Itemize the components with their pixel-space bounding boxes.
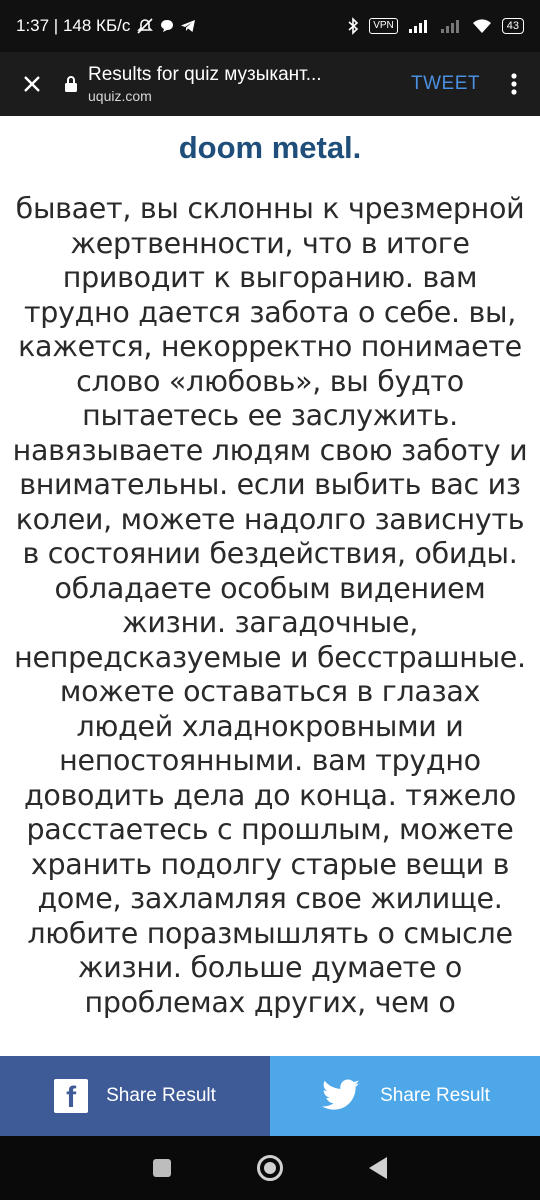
- wifi-icon: [472, 18, 492, 34]
- mute-icon: [136, 17, 154, 35]
- twitter-share-button[interactable]: Share Result: [270, 1056, 540, 1136]
- overflow-menu-button[interactable]: [496, 52, 532, 116]
- telegram-icon: [180, 18, 196, 34]
- share-bar: f Share Result Share Result: [0, 1056, 540, 1136]
- back-button[interactable]: [369, 1157, 387, 1179]
- page-title: Results for quiz музыкант...: [88, 64, 322, 85]
- tweet-button[interactable]: TWEET: [411, 73, 480, 95]
- home-icon: [264, 1162, 276, 1174]
- home-button[interactable]: [257, 1155, 283, 1181]
- signal-icon: [408, 18, 430, 34]
- lock-icon: [64, 75, 78, 93]
- result-description: бывает, вы склонны к чрезмерной жертвенн…: [12, 192, 528, 1019]
- status-time: 1:37 | 148 КБ/с: [16, 16, 131, 35]
- more-vert-icon: [511, 73, 517, 95]
- result-title: doom metal.: [178, 130, 362, 165]
- battery-icon: 43: [501, 18, 524, 34]
- url-area[interactable]: Results for quiz музыкант... uquiz.com: [64, 64, 395, 104]
- facebook-icon: f: [54, 1079, 89, 1113]
- close-icon: [24, 76, 40, 92]
- status-bar: 1:37 | 148 КБ/с VPN 43: [0, 0, 540, 52]
- facebook-share-label: Share Result: [106, 1085, 216, 1106]
- browser-toolbar: Results for quiz музыкант... uquiz.com T…: [0, 52, 540, 116]
- result-content[interactable]: doom metal. бывает, вы склонны к чрезмер…: [0, 116, 540, 1056]
- twitter-share-label: Share Result: [380, 1085, 490, 1106]
- signal-weak-icon: [440, 18, 462, 34]
- twitter-bird-icon: [322, 1079, 360, 1110]
- vpn-badge: VPN: [369, 18, 398, 34]
- close-button[interactable]: [0, 52, 64, 116]
- page-domain: uquiz.com: [88, 88, 152, 104]
- bluetooth-icon: [347, 17, 359, 35]
- recents-button[interactable]: [153, 1159, 171, 1177]
- chat-icon: [160, 19, 174, 33]
- system-nav-bar: [0, 1136, 540, 1200]
- facebook-share-button[interactable]: f Share Result: [0, 1056, 270, 1136]
